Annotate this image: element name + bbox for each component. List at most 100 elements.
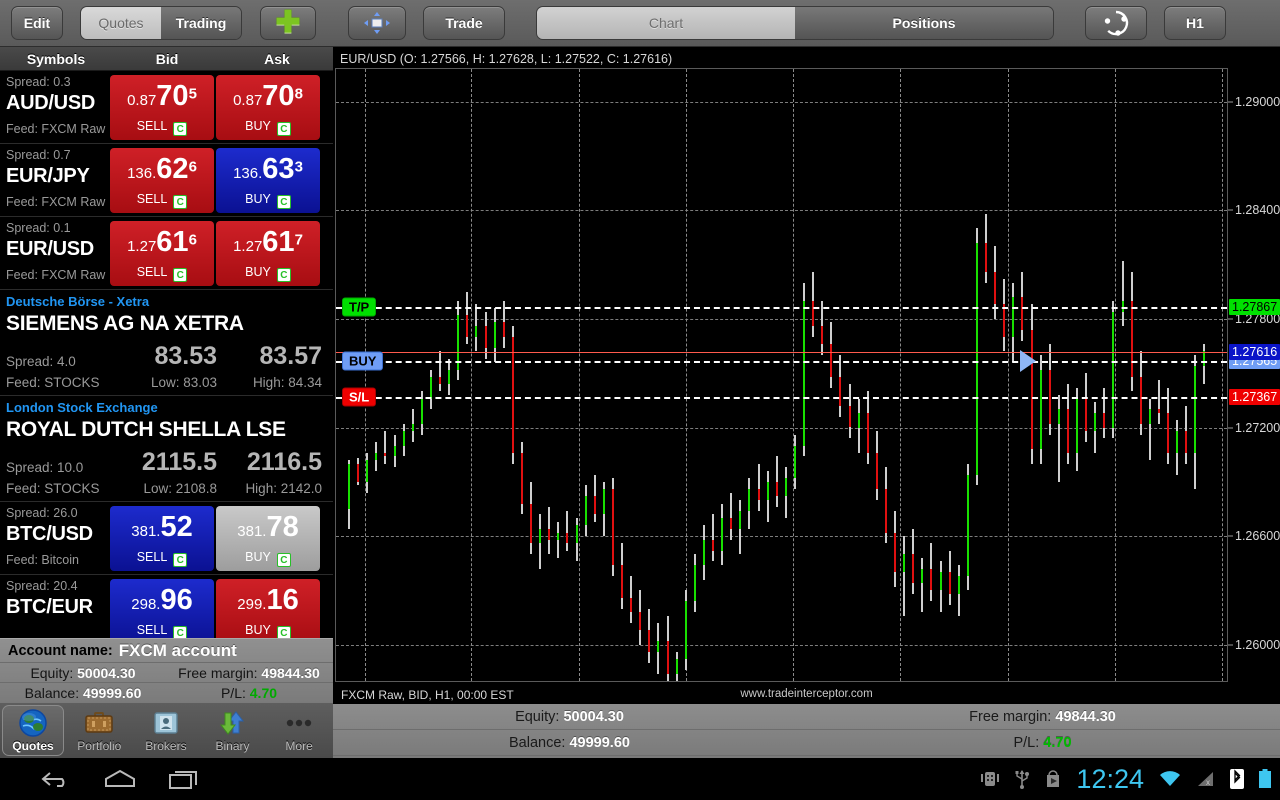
pan-tool-button[interactable] — [348, 6, 406, 40]
symbol-row[interactable]: Spread: 0.7 EUR/JPY Feed: FXCM Raw 136.6… — [0, 144, 333, 217]
take-profit-price-badge[interactable]: 1.27867 — [1229, 298, 1280, 315]
order-tag-tp[interactable]: T/P — [342, 297, 377, 317]
symbol-info: Spread: 0.3 AUD/USD Feed: FXCM Raw — [0, 71, 108, 143]
tab-binary[interactable]: Binary — [199, 703, 266, 758]
tab-more[interactable]: More — [266, 703, 333, 758]
bottom-tab-bar[interactable]: Quotes Portfolio Brokers Binary More — [0, 702, 333, 758]
price-bar-body — [520, 452, 523, 504]
symbol-row[interactable]: Spread: 0.1 EUR/USD Feed: FXCM Raw 1.276… — [0, 217, 333, 290]
status-balance-label: Balance: — [509, 734, 566, 751]
tab-brokers[interactable]: Brokers — [133, 703, 200, 758]
price-bar-body — [684, 601, 687, 660]
order-line-buy[interactable] — [336, 361, 1227, 364]
chart-toggle-icon[interactable]: C — [173, 553, 188, 567]
bid-quote-button[interactable]: 1.27616 SELL C — [110, 221, 214, 286]
sync-button[interactable] — [1085, 6, 1147, 40]
price-bar-body — [894, 532, 896, 573]
bid-price-badge[interactable]: 1.27616 — [1229, 344, 1280, 361]
symbol-name: BTC/EUR — [6, 596, 93, 618]
symbol-name: SIEMENS AG NA XETRA — [6, 312, 244, 335]
account-name-row: Account name: FXCM account — [0, 639, 333, 663]
ask-price[interactable]: 83.57 — [217, 342, 322, 371]
ask-price[interactable]: 2116.5 — [217, 448, 322, 477]
chart-toggle-icon[interactable]: C — [173, 268, 188, 282]
segment-trading[interactable]: Trading — [161, 7, 241, 39]
timeframe-button[interactable]: H1 — [1164, 6, 1226, 40]
chart-panel[interactable]: EUR/USD (O: 1.27566, H: 1.27628, L: 1.27… — [333, 47, 1280, 739]
order-tag-buy[interactable]: BUY — [342, 351, 384, 371]
column-bid: Bid — [155, 50, 179, 67]
low-label: Low: 2108.8 — [143, 481, 217, 496]
home-button[interactable] — [102, 767, 138, 796]
back-icon — [41, 772, 65, 787]
tab-label: More — [285, 739, 313, 753]
bid-price[interactable]: 83.53 — [112, 342, 217, 371]
price-bar-body — [839, 376, 842, 406]
tab-portfolio[interactable]: Portfolio — [66, 703, 133, 758]
bid-quote-button[interactable]: 298.96 SELL C — [110, 579, 214, 638]
tab-chart[interactable]: Chart — [537, 7, 795, 39]
price-bar-body — [366, 460, 369, 482]
tab-quotes[interactable]: Quotes — [2, 705, 64, 756]
view-segmented-control[interactable]: Chart Positions — [536, 6, 1054, 40]
chart-toggle-icon[interactable]: C — [276, 268, 291, 282]
bid-quote-button[interactable]: 381.52 SELL C — [110, 506, 214, 571]
price-bar-wick — [384, 431, 387, 464]
chart-plot-area[interactable]: T/P BUY S/L — [335, 68, 1228, 682]
symbol-name: ROYAL DUTCH SHELLA LSE — [6, 418, 286, 441]
add-symbol-button[interactable]: ✚ — [260, 6, 316, 40]
status-balance: Balance: 49999.60 — [333, 735, 806, 751]
bid-quote-button[interactable]: 136.626 SELL C — [110, 148, 214, 213]
drag-handle-icon[interactable] — [1020, 350, 1036, 373]
tab-positions[interactable]: Positions — [795, 7, 1053, 39]
price-bar-wick — [730, 492, 733, 540]
edit-button[interactable]: Edit — [11, 6, 63, 40]
account-balance: Balance: 49999.60 — [0, 685, 166, 701]
recents-button[interactable] — [167, 768, 201, 795]
back-button[interactable] — [40, 767, 74, 796]
price-bar-body — [1139, 376, 1142, 424]
stop-loss-price-badge[interactable]: 1.27367 — [1229, 389, 1280, 406]
order-tag-sl[interactable]: S/L — [342, 387, 377, 407]
tab-label: Brokers — [145, 739, 187, 753]
bid-quote-button[interactable]: 0.87705 SELL C — [110, 75, 214, 140]
symbols-sidebar[interactable]: Symbols Bid Ask Spread: 0.3 AUD/USD Feed… — [0, 47, 333, 638]
symbol-row[interactable]: Deutsche Börse - Xetra SIEMENS AG NA XET… — [0, 290, 333, 396]
trade-button[interactable]: Trade — [423, 6, 505, 40]
grid-line — [336, 101, 1227, 103]
chart-toggle-icon[interactable]: C — [276, 195, 291, 209]
symbol-row[interactable]: Spread: 20.4 BTC/EUR 298.96 SELL C 299.16… — [0, 575, 333, 638]
ask-side-text: BUY — [245, 192, 271, 206]
price-bar-body — [775, 481, 778, 497]
chart-toggle-icon[interactable]: C — [276, 122, 291, 136]
symbol-row[interactable]: Spread: 0.3 AUD/USD Feed: FXCM Raw 0.877… — [0, 71, 333, 144]
segment-quotes[interactable]: Quotes — [81, 7, 161, 39]
bid-price[interactable]: 2115.5 — [112, 448, 217, 477]
symbol-row[interactable]: London Stock Exchange ROYAL DUTCH SHELLA… — [0, 396, 333, 502]
ask-quote-button[interactable]: 381.78 BUY C — [216, 506, 320, 571]
ask-price: 136.633 — [233, 153, 303, 185]
symbol-row[interactable]: Spread: 26.0 BTC/USD Feed: Bitcoin 381.5… — [0, 502, 333, 575]
ask-quote-button[interactable]: 0.87708 BUY C — [216, 75, 320, 140]
stock-range: Feed: STOCKS Low: 83.03 High: 84.34 — [0, 375, 327, 390]
price-bar-body — [1039, 369, 1042, 450]
status-pl-value: 4.70 — [1043, 734, 1072, 751]
spread-label: Spread: 0.7 — [6, 148, 71, 162]
account-pl-value: 4.70 — [249, 684, 278, 701]
quotes-trading-segmented-control[interactable]: Quotes Trading — [80, 6, 242, 40]
price-bar-body — [593, 496, 596, 515]
chart-toggle-icon[interactable]: C — [276, 553, 291, 567]
column-symbols: Symbols — [26, 50, 86, 67]
ask-quote-button[interactable]: 299.16 BUY C — [216, 579, 320, 638]
chart-toggle-icon[interactable]: C — [173, 122, 188, 136]
chart-toggle-icon[interactable]: C — [276, 626, 291, 638]
chart-toggle-icon[interactable]: C — [173, 626, 188, 638]
grid-line — [336, 536, 1227, 538]
order-line-sl[interactable] — [336, 397, 1227, 400]
ask-quote-button[interactable]: 136.633 BUY C — [216, 148, 320, 213]
price-bar-body — [1167, 413, 1169, 453]
order-line-tp[interactable] — [336, 306, 1227, 309]
clock: 12:24 — [1076, 763, 1144, 794]
chart-toggle-icon[interactable]: C — [173, 195, 188, 209]
ask-quote-button[interactable]: 1.27617 BUY C — [216, 221, 320, 286]
